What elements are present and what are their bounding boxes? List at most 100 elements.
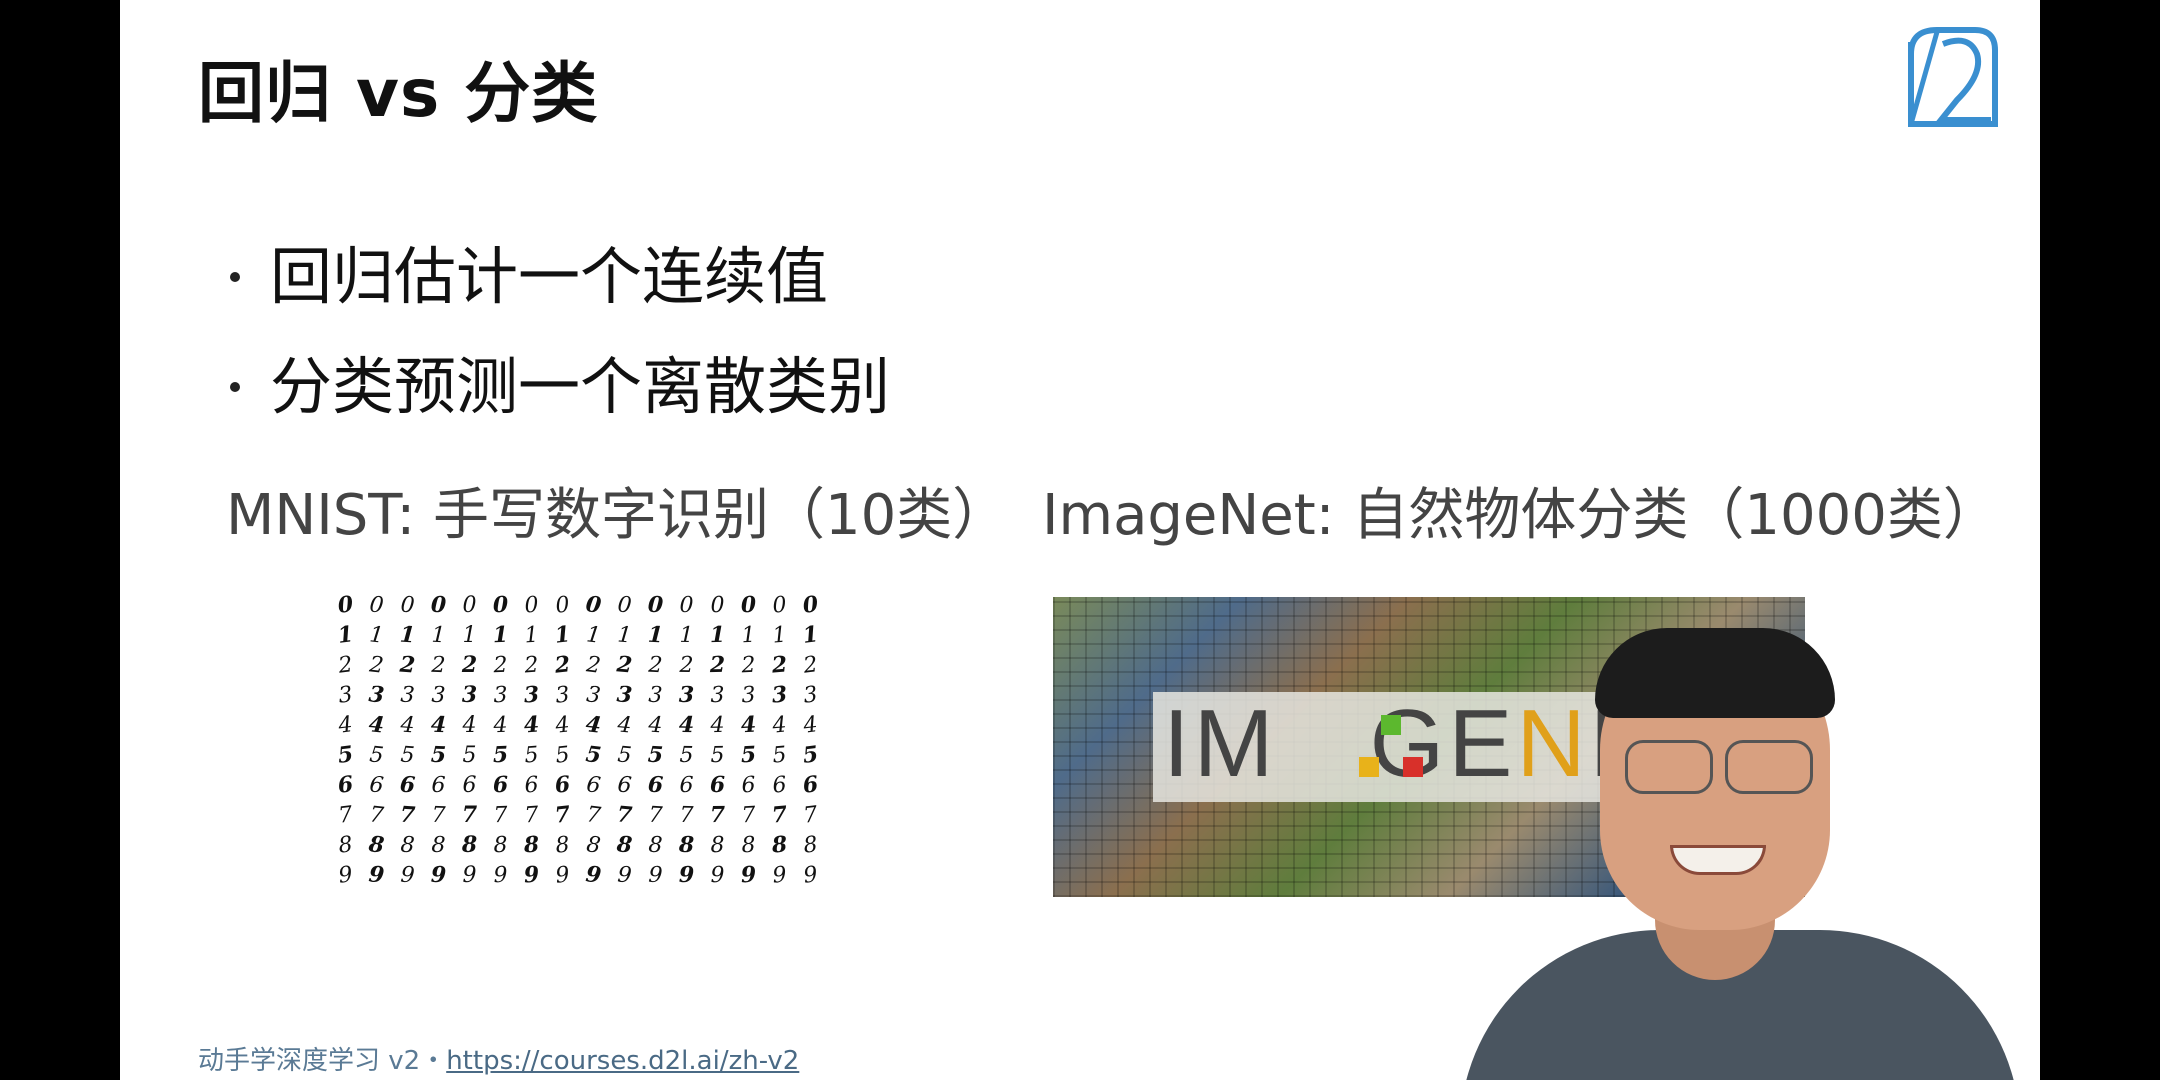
mnist-digit-sample: 3 bbox=[615, 681, 634, 709]
slide-footer: 动手学深度学习 v2・https://courses.d2l.ai/zh-v2 bbox=[198, 1040, 799, 1077]
mnist-digit-sample: 8 bbox=[367, 831, 386, 859]
mnist-digit-sample: 7 bbox=[770, 801, 789, 829]
mnist-digit-sample: 0 bbox=[492, 591, 509, 619]
mnist-digit-sample: 1 bbox=[462, 622, 477, 648]
bullet-dot bbox=[230, 272, 240, 282]
mnist-digit-sample: 7 bbox=[368, 801, 385, 829]
mnist-digit-sample: 5 bbox=[336, 741, 355, 769]
video-frame: 回归 vs 分类 回归估计一个连续值 分类预测一个离散类别 MNIST: 手写数… bbox=[0, 0, 2160, 1080]
mnist-digit-sample: 7 bbox=[615, 801, 634, 829]
mnist-digit-sample: 0 bbox=[801, 591, 820, 619]
mnist-digit-sample: 3 bbox=[337, 681, 354, 709]
mnist-row-2: 2222222222222222 bbox=[330, 650, 830, 680]
mnist-digit-grid: 0000000000000000111111111111111122222222… bbox=[330, 590, 830, 890]
mnist-digit-sample: 3 bbox=[461, 682, 478, 708]
mnist-digit-sample: 1 bbox=[647, 621, 664, 649]
mnist-digit-sample: 6 bbox=[398, 771, 417, 799]
mnist-digit-sample: 1 bbox=[523, 622, 540, 648]
mnist-digit-sample: 3 bbox=[678, 681, 695, 709]
mnist-digit-sample: 4 bbox=[616, 711, 633, 739]
mnist-digit-sample: 7 bbox=[679, 802, 694, 828]
mnist-digit-sample: 4 bbox=[430, 711, 447, 739]
mnist-digit-sample: 2 bbox=[770, 651, 789, 679]
mnist-digit-sample: 8 bbox=[710, 832, 725, 858]
mnist-digit-sample: 2 bbox=[709, 651, 726, 679]
mnist-digit-sample: 4 bbox=[647, 712, 664, 738]
mnist-digit-sample: 0 bbox=[740, 591, 757, 619]
mnist-digit-sample: 5 bbox=[771, 741, 788, 769]
mnist-row-8: 8888888888888888 bbox=[330, 830, 830, 860]
mnist-digit-sample: 5 bbox=[740, 741, 757, 769]
mnist-digit-sample: 4 bbox=[740, 711, 757, 739]
mnist-digit-sample: 5 bbox=[710, 742, 725, 768]
mnist-digit-sample: 5 bbox=[554, 741, 571, 769]
mnist-digit-sample: 4 bbox=[493, 712, 508, 738]
mnist-digit-sample: 9 bbox=[554, 861, 571, 889]
mnist-digit-sample: 4 bbox=[522, 711, 541, 739]
mnist-digit-sample: 6 bbox=[709, 771, 726, 799]
mnist-digit-sample: 2 bbox=[337, 651, 354, 679]
mnist-row-9: 9999999999999999 bbox=[330, 860, 830, 890]
slide-title: 回归 vs 分类 bbox=[198, 55, 599, 132]
mnist-digit-sample: 4 bbox=[554, 711, 571, 739]
mnist-row-3: 3333333333333333 bbox=[330, 680, 830, 710]
imagenet-logo-square-yellow bbox=[1359, 757, 1379, 777]
mnist-digit-sample: 9 bbox=[616, 861, 633, 889]
mnist-digit-sample: 3 bbox=[802, 681, 819, 709]
mnist-digit-sample: 4 bbox=[771, 711, 788, 739]
mnist-digit-sample: 8 bbox=[647, 832, 664, 858]
mnist-digit-sample: 0 bbox=[368, 591, 385, 619]
mnist-digit-sample: 3 bbox=[431, 682, 446, 708]
mnist-digit-sample: 2 bbox=[523, 652, 540, 678]
mnist-digit-sample: 4 bbox=[584, 711, 603, 739]
mnist-digit-sample: 4 bbox=[337, 711, 354, 739]
bullet-list: 回归估计一个连续值 分类预测一个离散类别 bbox=[220, 222, 890, 442]
mnist-digit-sample: 2 bbox=[679, 652, 694, 678]
mnist-digit-sample: 1 bbox=[336, 621, 355, 649]
mnist-digit-sample: 3 bbox=[522, 681, 541, 709]
mnist-digit-sample: 7 bbox=[647, 802, 664, 828]
bullet-dot bbox=[230, 382, 240, 392]
mnist-digit-sample: 6 bbox=[553, 771, 572, 799]
presenter-hair bbox=[1595, 628, 1835, 718]
mnist-digit-sample: 5 bbox=[647, 741, 664, 769]
footer-course-link[interactable]: https://courses.d2l.ai/zh-v2 bbox=[446, 1046, 799, 1076]
mnist-digit-sample: 8 bbox=[431, 832, 446, 858]
mnist-digit-sample: 9 bbox=[522, 861, 541, 889]
mnist-digit-sample: 9 bbox=[584, 861, 603, 889]
mnist-digit-sample: 8 bbox=[554, 831, 571, 859]
mnist-digit-sample: 4 bbox=[802, 711, 819, 739]
mnist-digit-sample: 5 bbox=[523, 742, 540, 768]
mnist-digit-sample: 5 bbox=[584, 741, 603, 769]
mnist-digit-sample: 9 bbox=[710, 862, 725, 888]
mnist-digit-sample: 8 bbox=[522, 831, 541, 859]
mnist-digit-sample: 2 bbox=[802, 651, 819, 679]
mnist-digit-sample: 4 bbox=[678, 711, 695, 739]
mnist-row-0: 0000000000000000 bbox=[330, 590, 830, 620]
mnist-digit-sample: 3 bbox=[367, 681, 386, 709]
presenter-mouth bbox=[1670, 845, 1766, 875]
mnist-digit-sample: 1 bbox=[585, 621, 602, 649]
bullet-item-classification: 分类预测一个离散类别 bbox=[220, 332, 890, 442]
bullet-text: 分类预测一个离散类别 bbox=[270, 350, 891, 423]
mnist-digit-sample: 6 bbox=[523, 772, 540, 798]
mnist-digit-sample: 6 bbox=[492, 771, 509, 799]
mnist-digit-sample: 0 bbox=[523, 592, 540, 618]
mnist-digit-sample: 1 bbox=[553, 621, 572, 649]
mnist-digit-sample: 6 bbox=[368, 771, 385, 799]
mnist-digit-sample: 0 bbox=[584, 591, 603, 619]
mnist-digit-sample: 3 bbox=[647, 682, 664, 708]
mnist-digit-sample: 9 bbox=[367, 861, 386, 889]
mnist-digit-sample: 6 bbox=[771, 771, 788, 799]
mnist-digit-sample: 9 bbox=[430, 861, 447, 889]
mnist-digit-sample: 8 bbox=[615, 831, 634, 859]
mnist-digit-sample: 8 bbox=[493, 832, 508, 858]
mnist-digit-sample: 7 bbox=[553, 801, 572, 829]
lecture-slide: 回归 vs 分类 回归估计一个连续值 分类预测一个离散类别 MNIST: 手写数… bbox=[120, 0, 2040, 1080]
mnist-digit-sample: 7 bbox=[337, 801, 354, 829]
mnist-digit-sample: 2 bbox=[740, 652, 757, 678]
mnist-digit-sample: 4 bbox=[399, 712, 416, 738]
mnist-digit-sample: 2 bbox=[615, 651, 634, 679]
mnist-digit-sample: 9 bbox=[493, 862, 508, 888]
mnist-digit-sample: 6 bbox=[647, 771, 664, 799]
